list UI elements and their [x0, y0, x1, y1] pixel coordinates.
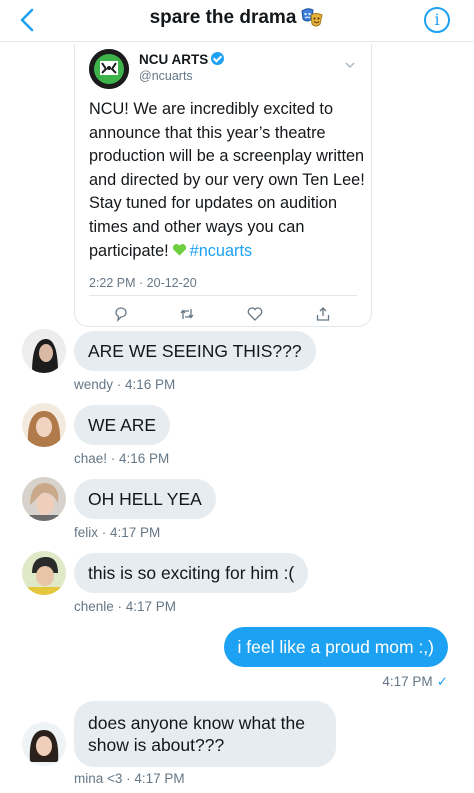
like-icon[interactable]	[247, 306, 263, 322]
message-bubble[interactable]: OH HELL YEA	[74, 479, 216, 519]
avatar-chenle[interactable]	[22, 551, 66, 595]
user-photo-icon	[22, 551, 66, 595]
avatar-wendy[interactable]	[22, 329, 66, 373]
share-icon[interactable]	[315, 306, 331, 322]
message-meta: wendy · 4:16 PM	[74, 377, 176, 392]
tweet-body: NCU! We are incredibly excited to announ…	[89, 100, 365, 260]
info-icon[interactable]: i	[424, 7, 450, 33]
retweet-icon[interactable]	[179, 306, 195, 322]
tweet-timestamp: 2:22 PM · 20-12-20	[89, 276, 197, 290]
message-meta: chenle · 4:17 PM	[74, 599, 177, 614]
user-photo-icon	[22, 477, 66, 521]
chevron-down-icon[interactable]	[345, 60, 355, 70]
avatar-felix[interactable]	[22, 477, 66, 521]
message-bubble[interactable]: WE ARE	[74, 405, 171, 445]
message-bubble[interactable]: ARE WE SEEING THIS???	[74, 331, 316, 371]
message-meta: chae! · 4:16 PM	[74, 451, 170, 466]
message-meta: mina <3 · 4:17 PM	[74, 771, 185, 786]
tweet-author-handle[interactable]: @ncuarts	[139, 69, 193, 83]
tweet-text: NCU! We are incredibly excited to announ…	[89, 98, 369, 263]
shared-tweet-card[interactable]: NCU ARTS @ncuarts NCU! We are incredibly…	[74, 44, 372, 327]
message-bubble[interactable]: this is so exciting for him :(	[74, 553, 309, 593]
conversation-header: spare the drama i	[0, 0, 474, 42]
tweet-author-avatar[interactable]	[89, 49, 129, 89]
avatar-mina[interactable]	[22, 722, 66, 766]
green-heart-icon	[172, 243, 186, 256]
sent-time: 4:17 PM	[382, 674, 433, 689]
ncu-arts-logo-icon	[89, 49, 129, 89]
reply-icon[interactable]	[113, 306, 129, 322]
user-photo-icon	[22, 722, 66, 766]
tweet-divider	[89, 295, 357, 296]
user-photo-icon	[22, 329, 66, 373]
tweet-author-name[interactable]: NCU ARTS	[139, 52, 225, 67]
message-meta: felix · 4:17 PM	[74, 525, 161, 540]
title-wrap: spare the drama	[0, 6, 474, 30]
user-photo-icon	[22, 403, 66, 447]
verified-badge-icon	[211, 52, 225, 65]
display-name: NCU ARTS	[139, 52, 209, 67]
performing-arts-masks-icon	[301, 8, 323, 27]
sent-message-bubble[interactable]: i feel like a proud mom :,)	[223, 627, 448, 667]
hashtag-link[interactable]: #ncuarts	[190, 242, 252, 260]
conversation-title[interactable]: spare the drama	[150, 7, 297, 29]
read-check-icon: ✓	[436, 674, 448, 689]
sent-message-meta: 4:17 PM ✓	[382, 674, 448, 690]
avatar-chae[interactable]	[22, 403, 66, 447]
message-bubble[interactable]: does anyone know what the show is about?…	[74, 701, 336, 767]
